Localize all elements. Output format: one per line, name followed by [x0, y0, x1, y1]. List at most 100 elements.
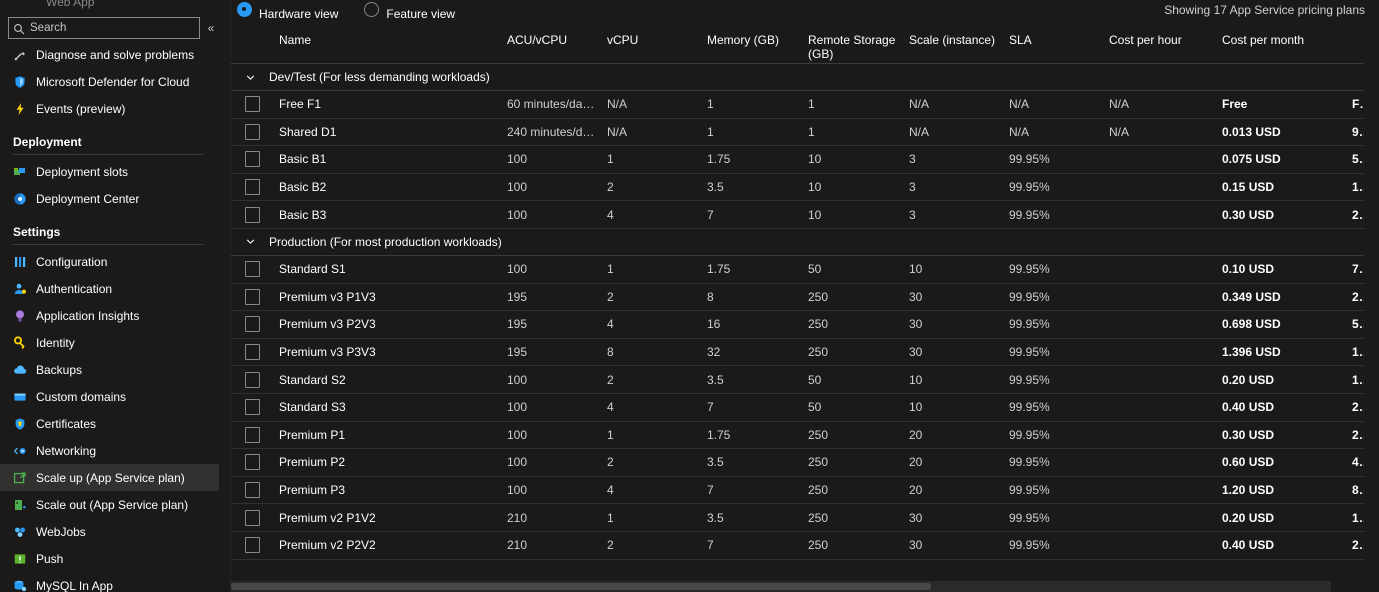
table-group-header[interactable]: Dev/Test (For less demanding workloads) — [231, 64, 1364, 91]
row-checkbox-cell[interactable] — [231, 509, 279, 526]
sidebar-item-custom-domains[interactable]: Custom domains — [0, 383, 230, 410]
search-input[interactable]: Search — [8, 17, 200, 39]
cell-scale: 99.95% — [1009, 427, 1050, 442]
table-group-header[interactable]: Production (For most production workload… — [231, 229, 1364, 256]
sidebar-item-defender[interactable]: Microsoft Defender for Cloud — [0, 68, 230, 95]
row-checkbox-cell[interactable] — [231, 316, 279, 333]
row-checkbox[interactable] — [245, 537, 260, 554]
row-checkbox-cell[interactable] — [231, 96, 279, 113]
table-row[interactable]: Premium P3 100 4 7 250 20 99.95% 1.20 USD 876.00… — [231, 477, 1364, 505]
table-row[interactable]: Premium P1 100 1 1.75 250 20 99.95% 0.30 USD 219… — [231, 422, 1364, 450]
column-header-name[interactable]: Name — [279, 33, 507, 47]
sidebar-item-certificates[interactable]: Certificates — [0, 410, 230, 437]
table-row[interactable]: Premium v2 P2V2 210 2 7 250 30 99.95% 0.40 USD 2… — [231, 532, 1364, 560]
collapse-sidebar-button[interactable]: « — [200, 17, 222, 39]
table-row[interactable]: Basic B2 100 2 3.5 10 3 99.95% 0.15 USD 109.50 U… — [231, 174, 1364, 202]
row-checkbox-cell[interactable] — [231, 179, 279, 196]
row-checkbox-cell[interactable] — [231, 426, 279, 443]
table-row[interactable]: Premium P2 100 2 3.5 250 20 99.95% 0.60 USD 438.… — [231, 449, 1364, 477]
sidebar-search-row: Search « — [0, 17, 230, 39]
table-row[interactable]: Basic B1 100 1 1.75 10 3 99.95% 0.075 USD 54.75 … — [231, 146, 1364, 174]
radio-feature-view[interactable]: Feature view — [364, 2, 455, 21]
cell-acu: 2 — [607, 455, 614, 470]
row-checkbox-cell[interactable] — [231, 344, 279, 361]
table-row[interactable]: Premium v3 P1V3 195 2 8 250 30 99.95% 0.349 USD… — [231, 284, 1364, 312]
radio-hardware-view[interactable]: Hardware view — [237, 2, 339, 21]
column-header-vcpu[interactable]: vCPU — [607, 33, 707, 47]
column-header-cost-per-hour[interactable]: Cost per hour — [1109, 33, 1222, 47]
sidebar-item-webjobs[interactable]: WebJobs — [0, 518, 230, 545]
sidebar-item-application-insights[interactable]: Application Insights — [0, 302, 230, 329]
row-checkbox[interactable] — [245, 482, 260, 499]
row-checkbox[interactable] — [245, 399, 260, 416]
row-checkbox[interactable] — [245, 206, 260, 223]
cell-acu: 2 — [607, 538, 614, 553]
row-checkbox[interactable] — [245, 426, 260, 443]
sidebar-item-diagnose[interactable]: Diagnose and solve problems — [0, 41, 230, 68]
table-row[interactable]: Standard S1 100 1 1.75 50 10 99.95% 0.10 USD 73.… — [231, 256, 1364, 284]
table-row[interactable]: Premium v3 P3V3 195 8 32 250 30 99.95% 1.396 US… — [231, 339, 1364, 367]
row-checkbox-cell[interactable] — [231, 482, 279, 499]
sidebar-item-push[interactable]: Push — [0, 545, 230, 572]
row-checkbox[interactable] — [245, 123, 260, 140]
horizontal-scrollbar[interactable] — [231, 581, 1331, 592]
table-row[interactable]: Basic B3 100 4 7 10 3 99.95% 0.30 USD 219.00 USD — [231, 201, 1364, 229]
sidebar-item-events[interactable]: Events (preview) — [0, 95, 230, 122]
row-checkbox[interactable] — [245, 509, 260, 526]
row-checkbox-cell[interactable] — [231, 399, 279, 416]
sidebar-item-networking[interactable]: Networking — [0, 437, 230, 464]
column-header-cost-per-month[interactable]: Cost per month — [1222, 33, 1352, 47]
row-checkbox[interactable] — [245, 96, 260, 113]
column-header-scale[interactable]: Scale (instance) — [909, 33, 1009, 47]
cell-cost-hour: 0.60 USD — [1222, 455, 1275, 470]
row-checkbox-cell[interactable] — [231, 288, 279, 305]
cell-sla: N/A — [1109, 124, 1130, 139]
cell-vcpu: 8 — [707, 289, 714, 304]
row-checkbox-cell[interactable] — [231, 151, 279, 168]
cell-extra: 100 — [507, 455, 528, 470]
scrollbar-thumb[interactable] — [231, 583, 931, 590]
sidebar-item-deployment-slots[interactable]: Deployment slots — [0, 158, 230, 185]
sidebar-item-deployment-center[interactable]: Deployment Center — [0, 185, 230, 212]
bulb-icon — [13, 309, 27, 323]
sidebar-item-mysql-in-app[interactable]: MySQL In App — [0, 572, 230, 592]
cell-vcpu: 7 — [707, 207, 714, 222]
column-header-acu-vcpu[interactable]: ACU/vCPU — [507, 33, 607, 47]
row-checkbox-cell[interactable] — [231, 454, 279, 471]
column-header-remote-storage[interactable]: Remote Storage (GB) — [808, 33, 909, 61]
table-row[interactable]: Free F1 60 minutes/day… N/A 1 1 N/A N/A N/A Free… — [231, 91, 1364, 119]
sidebar-item-backups[interactable]: Backups — [0, 356, 230, 383]
radio-icon — [237, 2, 252, 17]
sidebar-item-scale-up[interactable]: Scale up (App Service plan) — [0, 464, 219, 491]
row-checkbox[interactable] — [245, 454, 260, 471]
row-checkbox[interactable] — [245, 288, 260, 305]
row-checkbox[interactable] — [245, 261, 260, 278]
table-row[interactable]: Shared D1 240 minutes/da… N/A 1 1 N/A N/A N/A 0.… — [231, 119, 1364, 147]
row-checkbox[interactable] — [245, 371, 260, 388]
radio-label: Hardware view — [259, 7, 339, 21]
row-checkbox-cell[interactable] — [231, 537, 279, 554]
chevron-down-icon[interactable] — [231, 72, 269, 83]
sidebar-item-authentication[interactable]: Authentication — [0, 275, 230, 302]
column-header-sla[interactable]: SLA — [1009, 33, 1109, 47]
cell-remote-storage: 10 — [909, 262, 923, 277]
row-checkbox-cell[interactable] — [231, 371, 279, 388]
row-checkbox[interactable] — [245, 179, 260, 196]
row-checkbox[interactable] — [245, 316, 260, 333]
row-checkbox[interactable] — [245, 344, 260, 361]
column-header-memory[interactable]: Memory (GB) — [707, 33, 808, 47]
row-checkbox-cell[interactable] — [231, 123, 279, 140]
row-checkbox-cell[interactable] — [231, 261, 279, 278]
table-row[interactable]: Premium v2 P1V2 210 1 3.5 250 30 99.95% 0.20 US… — [231, 504, 1364, 532]
cell-vcpu: 1 — [707, 124, 714, 139]
cell-scale: 99.95% — [1009, 317, 1050, 332]
table-row[interactable]: Standard S3 100 4 7 50 10 99.95% 0.40 USD 292.00… — [231, 394, 1364, 422]
table-row[interactable]: Premium v3 P2V3 195 4 16 250 30 99.95% 0.698 US… — [231, 311, 1364, 339]
chevron-down-icon[interactable] — [231, 236, 269, 247]
sidebar-item-identity[interactable]: Identity — [0, 329, 230, 356]
table-row[interactable]: Standard S2 100 2 3.5 50 10 99.95% 0.20 USD 146.… — [231, 366, 1364, 394]
sidebar-item-configuration[interactable]: Configuration — [0, 248, 230, 275]
row-checkbox-cell[interactable] — [231, 206, 279, 223]
sidebar-item-scale-out[interactable]: Scale out (App Service plan) — [0, 491, 230, 518]
row-checkbox[interactable] — [245, 151, 260, 168]
